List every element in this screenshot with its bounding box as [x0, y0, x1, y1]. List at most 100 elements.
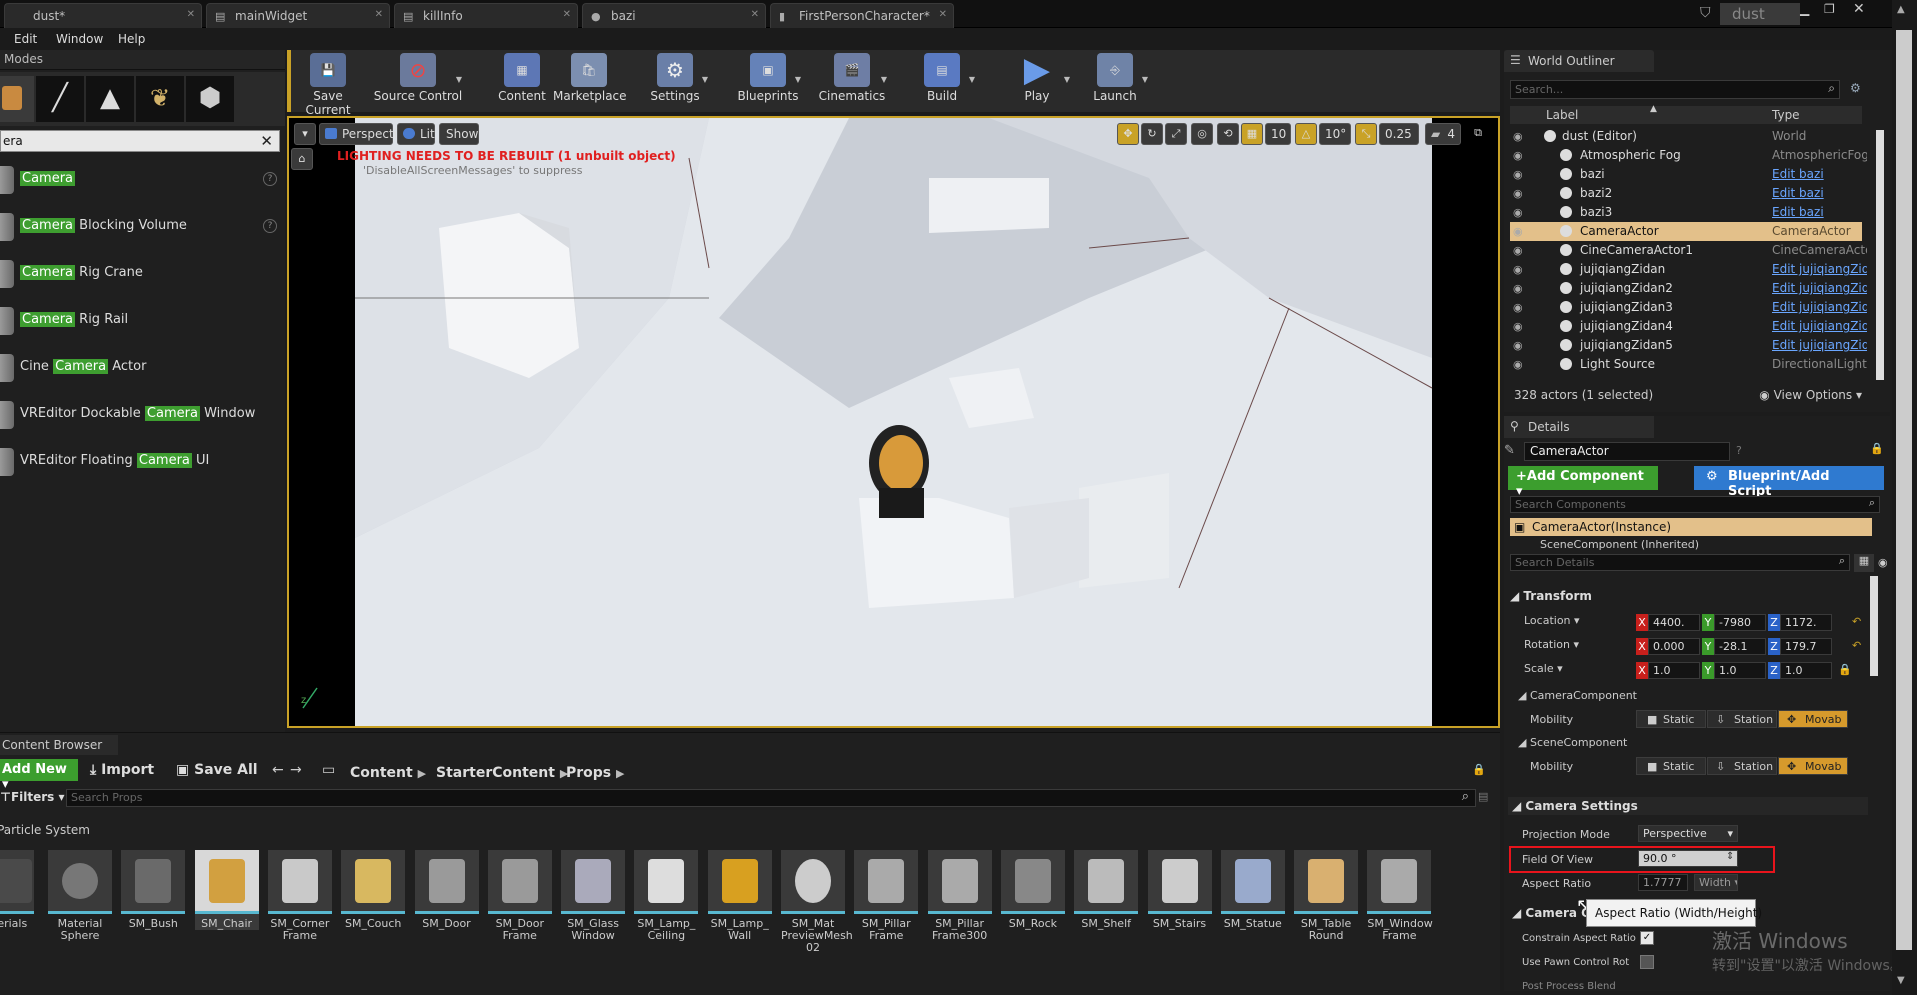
camera-component-header[interactable]: ◢ CameraComponent — [1518, 689, 1637, 702]
launch-button[interactable]: ⎆ Launch ▼ — [1080, 53, 1150, 109]
aspect-ratio-input[interactable]: 1.7777 — [1638, 874, 1688, 891]
save-all-button[interactable]: ▣ Save All — [176, 762, 258, 778]
outliner-search-input[interactable]: Search... ⌕ — [1510, 80, 1840, 99]
outliner-type[interactable]: Edit jujiqiangZida — [1772, 262, 1867, 276]
visibility-eye-icon[interactable]: ◉ — [1513, 149, 1523, 162]
list-item-camera[interactable]: Camera? — [0, 158, 285, 202]
landscape-mode-icon[interactable]: ▲ — [86, 76, 134, 122]
asset-tile[interactable]: SM_Bush — [121, 850, 186, 930]
asset-tile[interactable]: SM_Rock — [1000, 850, 1065, 930]
asset-tile[interactable]: SM_Corner Frame — [267, 850, 332, 942]
outliner-row[interactable]: ◉ jujiqiangZidan4 Edit jujiqiangZida — [1510, 317, 1867, 336]
tab-firstpersoncharacter[interactable]: ▮ FirstPersonCharacter* ✕ — [770, 3, 954, 28]
component-instance-row[interactable]: ▣ CameraActor(Instance) — [1510, 518, 1872, 536]
search-details-input[interactable]: Search Details ⌕ — [1510, 554, 1850, 571]
grid-snap-icon[interactable]: ▦ — [1241, 123, 1263, 145]
rotate-icon[interactable]: ↻ — [1141, 123, 1163, 145]
asset-tile[interactable]: SM_Statue — [1220, 850, 1285, 930]
scene-component-header[interactable]: ◢ SceneComponent — [1518, 736, 1627, 749]
grid-snap-value[interactable]: 10 — [1265, 123, 1291, 145]
maximize-icon[interactable]: ❐ — [1824, 2, 1846, 16]
viewport-collapse-icon[interactable]: ⌂ — [291, 148, 313, 170]
mobility-movable-button[interactable]: ✥ Movab — [1778, 757, 1848, 775]
outliner-row[interactable]: ◉ dust (Editor) World — [1510, 127, 1862, 146]
asset-tile[interactable]: SM_Window Frame — [1367, 850, 1433, 942]
cinematics-button[interactable]: 🎬 Cinematics ▼ — [815, 53, 889, 109]
settings-button[interactable]: ⚙ Settings ▼ — [640, 53, 710, 109]
outliner-row[interactable]: ◉ Atmospheric Fog AtmosphericFog — [1510, 146, 1867, 165]
asset-tile[interactable]: Material Sphere — [48, 850, 112, 942]
asset-tile[interactable]: SM_Door Frame — [487, 850, 552, 942]
asset-tile[interactable]: Materials — [0, 850, 34, 930]
list-item-camera-rig-rail[interactable]: Camera Rig Rail — [0, 299, 285, 343]
scale-icon[interactable]: ⤢ — [1165, 123, 1187, 145]
help-icon[interactable]: ? — [1736, 444, 1742, 457]
visibility-eye-icon[interactable]: ◉ — [1513, 244, 1523, 257]
visibility-eye-icon[interactable]: ◉ — [1513, 301, 1523, 314]
outliner-row[interactable]: ◉ CineCameraActor1 CineCameraActor — [1510, 241, 1867, 260]
clear-search-icon[interactable]: ✕ — [260, 132, 273, 150]
location-y-input[interactable]: -7980 — [1714, 614, 1766, 631]
visibility-eye-icon[interactable]: ◉ — [1513, 263, 1523, 276]
list-item-cine-camera-actor[interactable]: Cine Camera Actor — [0, 346, 285, 390]
scene-component-row[interactable]: SceneComponent (Inherited) — [1524, 538, 1699, 552]
tab-killinfo[interactable]: ▤ killInfo ✕ — [394, 3, 578, 28]
close-window-icon[interactable]: ✕ — [1853, 1, 1875, 17]
close-icon[interactable]: ✕ — [751, 9, 759, 20]
outliner-scrollbar[interactable] — [1876, 130, 1884, 380]
asset-tile[interactable]: SM_Door — [414, 850, 479, 930]
use-pawn-control-rotation-checkbox[interactable] — [1640, 955, 1654, 969]
location-z-input[interactable]: 1172. — [1780, 614, 1832, 631]
outliner-options-icon[interactable]: ⚙ — [1850, 81, 1861, 95]
rotation-x-input[interactable]: 0.000 — [1648, 638, 1700, 655]
scale-z-input[interactable]: 1.0 — [1780, 662, 1832, 679]
list-item-vreditor-floating-camera-ui[interactable]: VREditor Floating Camera UI — [0, 440, 285, 484]
rotation-label[interactable]: Rotation ▾ — [1524, 638, 1579, 651]
back-icon[interactable]: ← — [272, 762, 284, 778]
reset-icon[interactable]: ↶ — [1852, 639, 1861, 652]
close-icon[interactable]: ✕ — [939, 9, 947, 20]
search-props-input[interactable]: Search Props ⌕ — [66, 789, 1476, 807]
constrain-aspect-ratio-checkbox[interactable]: ✓ — [1640, 931, 1654, 945]
level-viewport[interactable]: z ▾ Perspective Lit Show ⌂ LIGHTING NEED… — [287, 116, 1500, 728]
search-components-input[interactable]: Search Components ⌕ — [1510, 496, 1880, 513]
list-item-camera-rig-crane[interactable]: Camera Rig Crane — [0, 252, 285, 296]
breadcrumb-content[interactable]: Content ▶ — [350, 765, 426, 781]
forward-icon[interactable]: → — [290, 762, 302, 778]
filters-button[interactable]: ⊤Filters ▾ — [0, 790, 66, 808]
foliage-mode-icon[interactable]: ❦ — [136, 76, 184, 122]
tab-bazi[interactable]: ● bazi ✕ — [582, 3, 766, 28]
paint-mode-icon[interactable]: ╱ — [36, 76, 84, 122]
outliner-row[interactable]: ◉ jujiqiangZidan2 Edit jujiqiangZida — [1510, 279, 1867, 298]
rotation-snap-value[interactable]: 10° — [1319, 123, 1351, 145]
asset-tile[interactable]: SM_Mat PreviewMesh 02 — [781, 850, 853, 954]
list-item-camera-blocking-volume[interactable]: Camera Blocking Volume? — [0, 205, 285, 249]
lock-scale-icon[interactable]: 🔒 — [1838, 663, 1852, 676]
visibility-eye-icon[interactable]: ◉ — [1513, 130, 1523, 143]
outliner-type[interactable]: Edit jujiqiangZida — [1772, 300, 1867, 314]
reset-icon[interactable]: ↶ — [1852, 615, 1861, 628]
minimize-icon[interactable]: ▁ — [1800, 2, 1822, 16]
close-icon[interactable]: ✕ — [187, 9, 195, 20]
visibility-eye-icon[interactable]: ◉ — [1513, 187, 1523, 200]
asset-tile[interactable]: SM_Table Round — [1294, 850, 1359, 942]
translate-icon[interactable]: ✥ — [1117, 123, 1139, 145]
save-current-button[interactable]: 💾 Save Current — [293, 53, 363, 117]
asset-tile[interactable]: SM_Shelf — [1074, 850, 1139, 930]
rotation-snap-icon[interactable]: △ — [1295, 123, 1317, 145]
visibility-eye-icon[interactable]: ◉ — [1513, 320, 1523, 333]
mobility-static-button[interactable]: ■ Static — [1636, 710, 1706, 728]
outliner-row[interactable]: ◉ bazi3 Edit bazi — [1510, 203, 1862, 222]
rotation-z-input[interactable]: 179.7 — [1780, 638, 1832, 655]
visibility-eye-icon[interactable]: ◉ — [1513, 339, 1523, 352]
outliner-type[interactable]: Edit jujiqiangZida — [1772, 338, 1867, 352]
list-item-vreditor-dockable-camera-window[interactable]: VREditor Dockable Camera Window — [0, 393, 285, 437]
asset-tile[interactable]: SM_Pillar Frame300 — [927, 850, 992, 942]
lock-icon[interactable]: 🔒 — [1472, 763, 1486, 776]
import-button[interactable]: ⤓ Import — [90, 762, 154, 778]
add-new-button[interactable]: Add New ▾ — [0, 759, 78, 792]
scale-y-input[interactable]: 1.0 — [1714, 662, 1766, 679]
add-component-button[interactable]: +Add Component ▾ — [1508, 466, 1658, 499]
lit-button[interactable]: Lit — [397, 123, 435, 145]
outliner-row[interactable]: ◉ bazi Edit bazi — [1510, 165, 1862, 184]
